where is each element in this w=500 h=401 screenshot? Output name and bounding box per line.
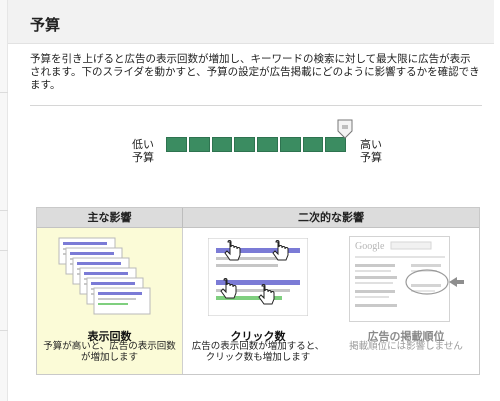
ad-position-text: 掲載順位には影響しません — [349, 341, 463, 352]
impact-table: 主な影響 二次的な影響 表示回数 予算が高いと、広告の表示回数 が増加します ク… — [36, 207, 480, 375]
description-line: されます。下のスライダを動かすと、予算の設定が広告掲載にどのように影響するかを確… — [30, 66, 480, 78]
clicks-text: 広告の表示回数が増加すると、 クリック数も増加します — [183, 341, 333, 363]
description-line: ます。 — [30, 79, 61, 91]
impressions-text-line2: が増加します — [80, 352, 138, 363]
clicks-text-line1: 広告の表示回数が増加すると、 — [191, 341, 325, 352]
ad-card — [93, 287, 151, 315]
main-impact-header: 主な影響 — [37, 208, 183, 228]
impressions-text-line1: 予算が高いと、広告の表示回数 — [43, 341, 176, 352]
slider-segment[interactable] — [325, 137, 346, 152]
impressions-cell: 表示回数 予算が高いと、広告の表示回数 が増加します — [37, 228, 183, 374]
sidebar-divider — [0, 330, 8, 331]
budget-slider-track[interactable] — [166, 137, 346, 152]
slider-segment[interactable] — [234, 137, 255, 152]
slider-segment[interactable] — [211, 137, 233, 152]
slider-segment[interactable] — [302, 137, 324, 152]
slider-segment[interactable] — [188, 137, 210, 152]
impressions-text: 予算が高いと、広告の表示回数 が増加します — [37, 341, 182, 363]
budget-slider-thumb[interactable] — [336, 119, 354, 139]
slider-segment[interactable] — [279, 137, 301, 152]
clicks-text-line2: クリック数も増加します — [205, 352, 311, 363]
slider-low-label-line1: 低い — [132, 138, 154, 151]
stacked-ads-icon — [58, 237, 151, 315]
divider — [30, 105, 482, 106]
search-results-page-icon: Google — [349, 236, 464, 322]
click-ads-icon — [208, 238, 308, 316]
google-logo: Google — [355, 241, 385, 252]
left-sidebar-edge — [0, 0, 8, 401]
panel-header: 予算 — [8, 0, 494, 44]
slider-low-label: 低い 予算 — [122, 138, 154, 164]
slider-high-label: 高い 予算 — [360, 138, 400, 164]
clicks-cell: クリック数 広告の表示回数が増加すると、 クリック数も増加します — [183, 228, 333, 374]
slider-segment[interactable] — [166, 137, 187, 152]
sidebar-divider — [0, 210, 8, 211]
sidebar-divider — [0, 250, 8, 251]
sidebar-divider — [0, 92, 8, 93]
slider-high-label-line1: 高い — [360, 138, 382, 151]
ad-position-cell: Google 広告の掲載順位 掲載順位には影響しません — [333, 228, 479, 374]
budget-panel: 予算 予算を引き上げると広告の表示回数が増加し、キーワードの検索に対して最大限に… — [8, 0, 494, 401]
description-line: 予算を引き上げると広告の表示回数が増加し、キーワードの検索に対して最大限に広告が… — [30, 53, 471, 65]
slider-high-label-line2: 予算 — [360, 151, 382, 164]
slider-low-label-line2: 予算 — [132, 151, 154, 164]
slider-segment[interactable] — [257, 137, 278, 152]
page-title: 予算 — [30, 16, 61, 34]
budget-description: 予算を引き上げると広告の表示回数が増加し、キーワードの検索に対して最大限に広告が… — [30, 53, 482, 92]
secondary-impact-header: 二次的な影響 — [183, 208, 479, 228]
